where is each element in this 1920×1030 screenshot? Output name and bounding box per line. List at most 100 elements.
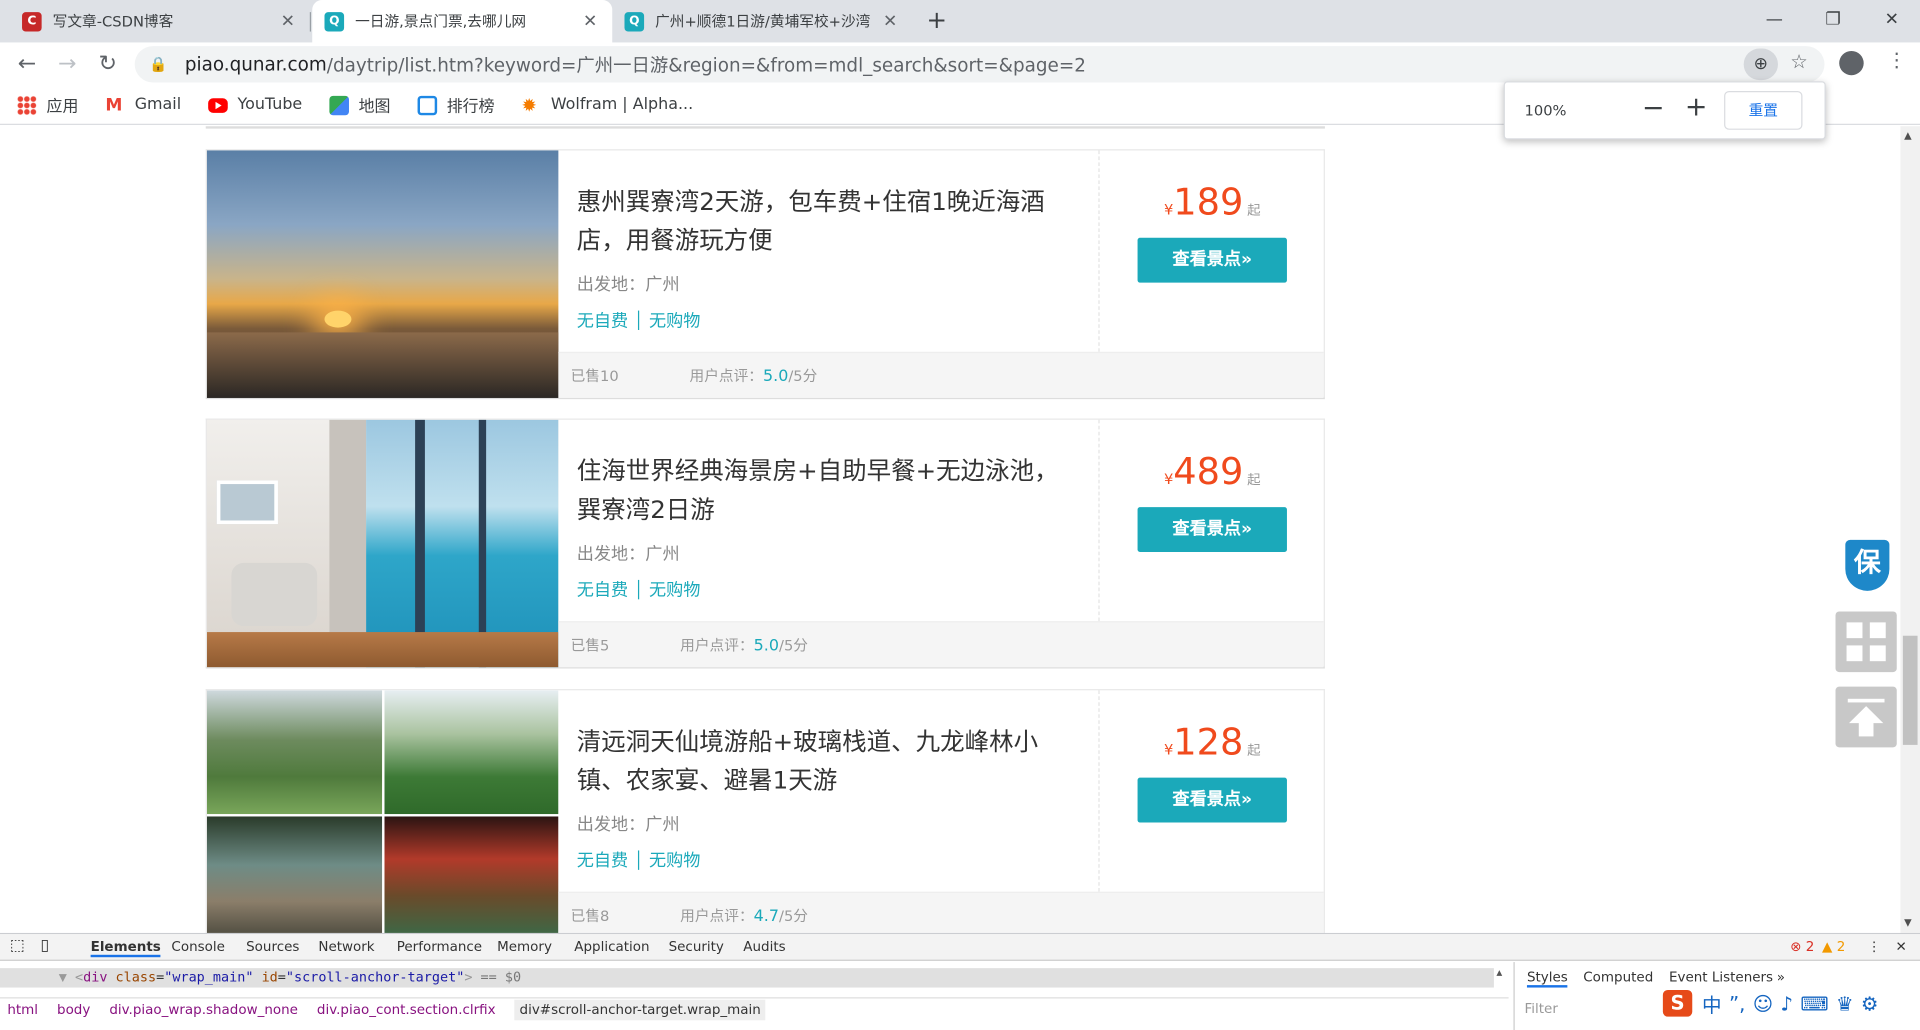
close-icon[interactable]: ✕ <box>278 12 298 31</box>
price-box: ¥128 起 查看景点» <box>1098 690 1323 892</box>
product-image-seaview-room[interactable] <box>206 419 559 668</box>
scroll-down-icon[interactable]: ▼ <box>1904 917 1912 928</box>
account-avatar[interactable] <box>1839 50 1864 76</box>
tab-event-listeners[interactable]: Event Listeners <box>1669 969 1773 985</box>
devtools-tab-performance[interactable]: Performance <box>397 939 482 955</box>
price-box: ¥189 起 查看景点» <box>1098 150 1323 352</box>
product-title[interactable]: 清远洞天仙境游船+玻璃栈道、九龙峰林小镇、农家宴、避暑1天游 <box>577 722 1079 800</box>
breadcrumb-item[interactable]: body <box>57 1002 90 1018</box>
product-title[interactable]: 住海世界经典海景房+自助早餐+无边泳池，巽寮湾2日游 <box>577 451 1079 529</box>
sogou-icon[interactable]: S <box>1662 989 1693 1017</box>
scrollbar-thumb[interactable] <box>1902 635 1918 745</box>
bookmark-apps[interactable]: 应用 <box>17 93 78 116</box>
ime-chinese-icon[interactable]: 中 <box>1702 989 1722 1018</box>
qr-icon <box>1846 622 1886 662</box>
tab-computed[interactable]: Computed <box>1583 969 1653 985</box>
scroll-up-icon[interactable]: ▲ <box>1904 130 1912 141</box>
tab-title: 写文章-CSDN博客 <box>52 13 174 31</box>
mic-icon[interactable]: ♪ <box>1781 992 1794 1015</box>
tab-guangzhou-shunde[interactable]: Q 广州+顺德1日游/黄埔军校+沙湾 ✕ <box>612 0 912 42</box>
forward-button[interactable]: → <box>50 47 84 81</box>
close-window-button[interactable]: ✕ <box>1867 5 1916 34</box>
price-value: 128 <box>1173 721 1244 765</box>
bookmark-maps[interactable]: 地图 <box>329 93 390 116</box>
emoji-icon[interactable]: ☺ <box>1753 992 1773 1015</box>
zoom-icon[interactable]: ⊕ <box>1743 48 1778 81</box>
product-card[interactable]: 惠州巽寮湾2天游，包车费+住宿1晚近海酒店，用餐游玩方便 出发地：广州 无自费无… <box>205 149 1325 400</box>
devtools-tab-application[interactable]: Application <box>574 939 649 955</box>
bookmark-ranking[interactable]: 排行榜 <box>417 93 495 116</box>
device-toolbar-icon[interactable]: ▯ <box>40 937 49 955</box>
keyboard-icon[interactable]: ⌨ <box>1800 992 1828 1015</box>
warning-count[interactable]: ▲ 2 <box>1822 939 1845 955</box>
rating-label: 用户点评： <box>689 367 764 385</box>
product-card[interactable]: 住海世界经典海景房+自助早餐+无边泳池，巽寮湾2日游 出发地：广州 无自费 无购物… <box>205 418 1325 669</box>
devtools-tab-network[interactable]: Network <box>318 939 374 955</box>
qr-code-button[interactable] <box>1835 611 1897 673</box>
devtools-tab-sources[interactable]: Sources <box>246 939 299 955</box>
skin-icon[interactable]: ♛ <box>1836 992 1854 1015</box>
ime-punct-icon[interactable]: ”, <box>1729 992 1745 1015</box>
zoom-reset-button[interactable]: 重置 <box>1724 90 1803 130</box>
tab-qunar-daytrip[interactable]: Q 一日游,景点门票,去哪儿网 ✕ <box>312 0 613 43</box>
breadcrumb-item-current[interactable]: div#scroll-anchor-target.wrap_main <box>514 999 766 1021</box>
back-button[interactable]: ← <box>10 47 44 81</box>
more-menu-icon[interactable]: ⋮ <box>1887 49 1907 72</box>
breadcrumb-item[interactable]: div.piao_wrap.shadow_none <box>109 1002 298 1018</box>
tag-no-extra-fee: 无自费 <box>576 851 629 872</box>
price-suffix: 起 <box>1247 202 1261 219</box>
zoom-level: 100% <box>1524 101 1567 119</box>
product-footer: 已售8 用户点评：4.7/5分 <box>558 891 1324 933</box>
browser-window: C 写文章-CSDN博客 ✕ Q 一日游,景点门票,去哪儿网 ✕ Q 广州+顺德… <box>0 0 1920 1030</box>
new-tab-button[interactable]: + <box>922 6 951 35</box>
breadcrumb-item[interactable]: html <box>7 1002 38 1018</box>
devtools-tab-audits[interactable]: Audits <box>743 939 785 955</box>
tools-icon[interactable]: ⚙ <box>1861 992 1879 1015</box>
devtools-tab-elements[interactable]: Elements <box>90 939 161 958</box>
close-icon[interactable]: ✕ <box>580 12 600 31</box>
devtools-tab-console[interactable]: Console <box>171 939 224 955</box>
breadcrumb-item[interactable]: div.piao_cont.section.clrfix <box>317 1002 496 1018</box>
address-bar[interactable]: 🔒 piao.qunar.com/daytrip/list.htm?keywor… <box>134 46 1825 83</box>
dom-scroll-icon[interactable]: ▲ <box>1496 967 1502 978</box>
node-ref: == $0 <box>472 969 522 986</box>
tab-strip: C 写文章-CSDN博客 ✕ Q 一日游,景点门票,去哪儿网 ✕ Q 广州+顺德… <box>0 0 1920 43</box>
youtube-icon <box>208 97 228 113</box>
zoom-in-button[interactable]: + <box>1685 92 1708 122</box>
bookmark-youtube[interactable]: YouTube <box>208 96 302 114</box>
tab-csdn[interactable]: C 写文章-CSDN博客 ✕ <box>10 0 310 42</box>
more-tabs-icon[interactable]: » <box>1777 969 1785 985</box>
back-to-top-button[interactable] <box>1835 686 1897 748</box>
devtools-menu-icon[interactable]: ⋮ <box>1867 939 1880 955</box>
selected-dom-node[interactable]: ▼ <div class="wrap_main" id="scroll-anch… <box>0 968 1494 988</box>
minimize-button[interactable]: — <box>1750 5 1799 34</box>
page-scrollbar[interactable]: ▲ ▼ <box>1900 126 1920 933</box>
view-attraction-button[interactable]: 查看景点» <box>1137 777 1287 823</box>
star-icon[interactable]: ☆ <box>1790 50 1808 73</box>
reload-button[interactable]: ↻ <box>91 47 125 81</box>
guarantee-badge[interactable]: 保 <box>1835 535 1897 596</box>
inspect-icon[interactable]: ⬚ <box>10 937 25 955</box>
bookmark-wolfram[interactable]: ✹ Wolfram | Alpha... <box>521 95 693 114</box>
styles-filter-input[interactable]: Filter <box>1525 1001 1558 1017</box>
product-title[interactable]: 惠州巽寮湾2天游，包车费+住宿1晚近海酒店，用餐游玩方便 <box>577 182 1079 260</box>
maximize-button[interactable]: ❐ <box>1809 5 1858 34</box>
devtools-close-icon[interactable]: ✕ <box>1896 939 1907 955</box>
price-box: ¥489 起 查看景点» <box>1098 419 1323 622</box>
tab-styles[interactable]: Styles <box>1526 969 1568 988</box>
devtools-tab-memory[interactable]: Memory <box>497 939 552 955</box>
zoom-out-button[interactable]: − <box>1642 93 1665 123</box>
close-icon[interactable]: ✕ <box>880 12 900 31</box>
product-image-sunset[interactable] <box>206 150 559 398</box>
view-attraction-button[interactable]: 查看景点» <box>1137 237 1287 283</box>
qunar-icon: Q <box>624 11 645 31</box>
devtools-tabbar: ⬚ ▯ Elements Console Sources Network Per… <box>0 934 1920 961</box>
product-image-collage[interactable] <box>206 690 559 933</box>
view-attraction-button[interactable]: 查看景点» <box>1137 507 1287 553</box>
apps-icon <box>17 95 37 115</box>
bookmark-gmail[interactable]: M Gmail <box>105 95 181 114</box>
ranking-icon <box>417 95 437 115</box>
devtools-tab-security[interactable]: Security <box>669 939 724 955</box>
error-count[interactable]: ⊗ 2 <box>1790 939 1814 955</box>
product-card[interactable]: 清远洞天仙境游船+玻璃栈道、九龙峰林小镇、农家宴、避暑1天游 出发地：广州 无自… <box>205 689 1325 933</box>
